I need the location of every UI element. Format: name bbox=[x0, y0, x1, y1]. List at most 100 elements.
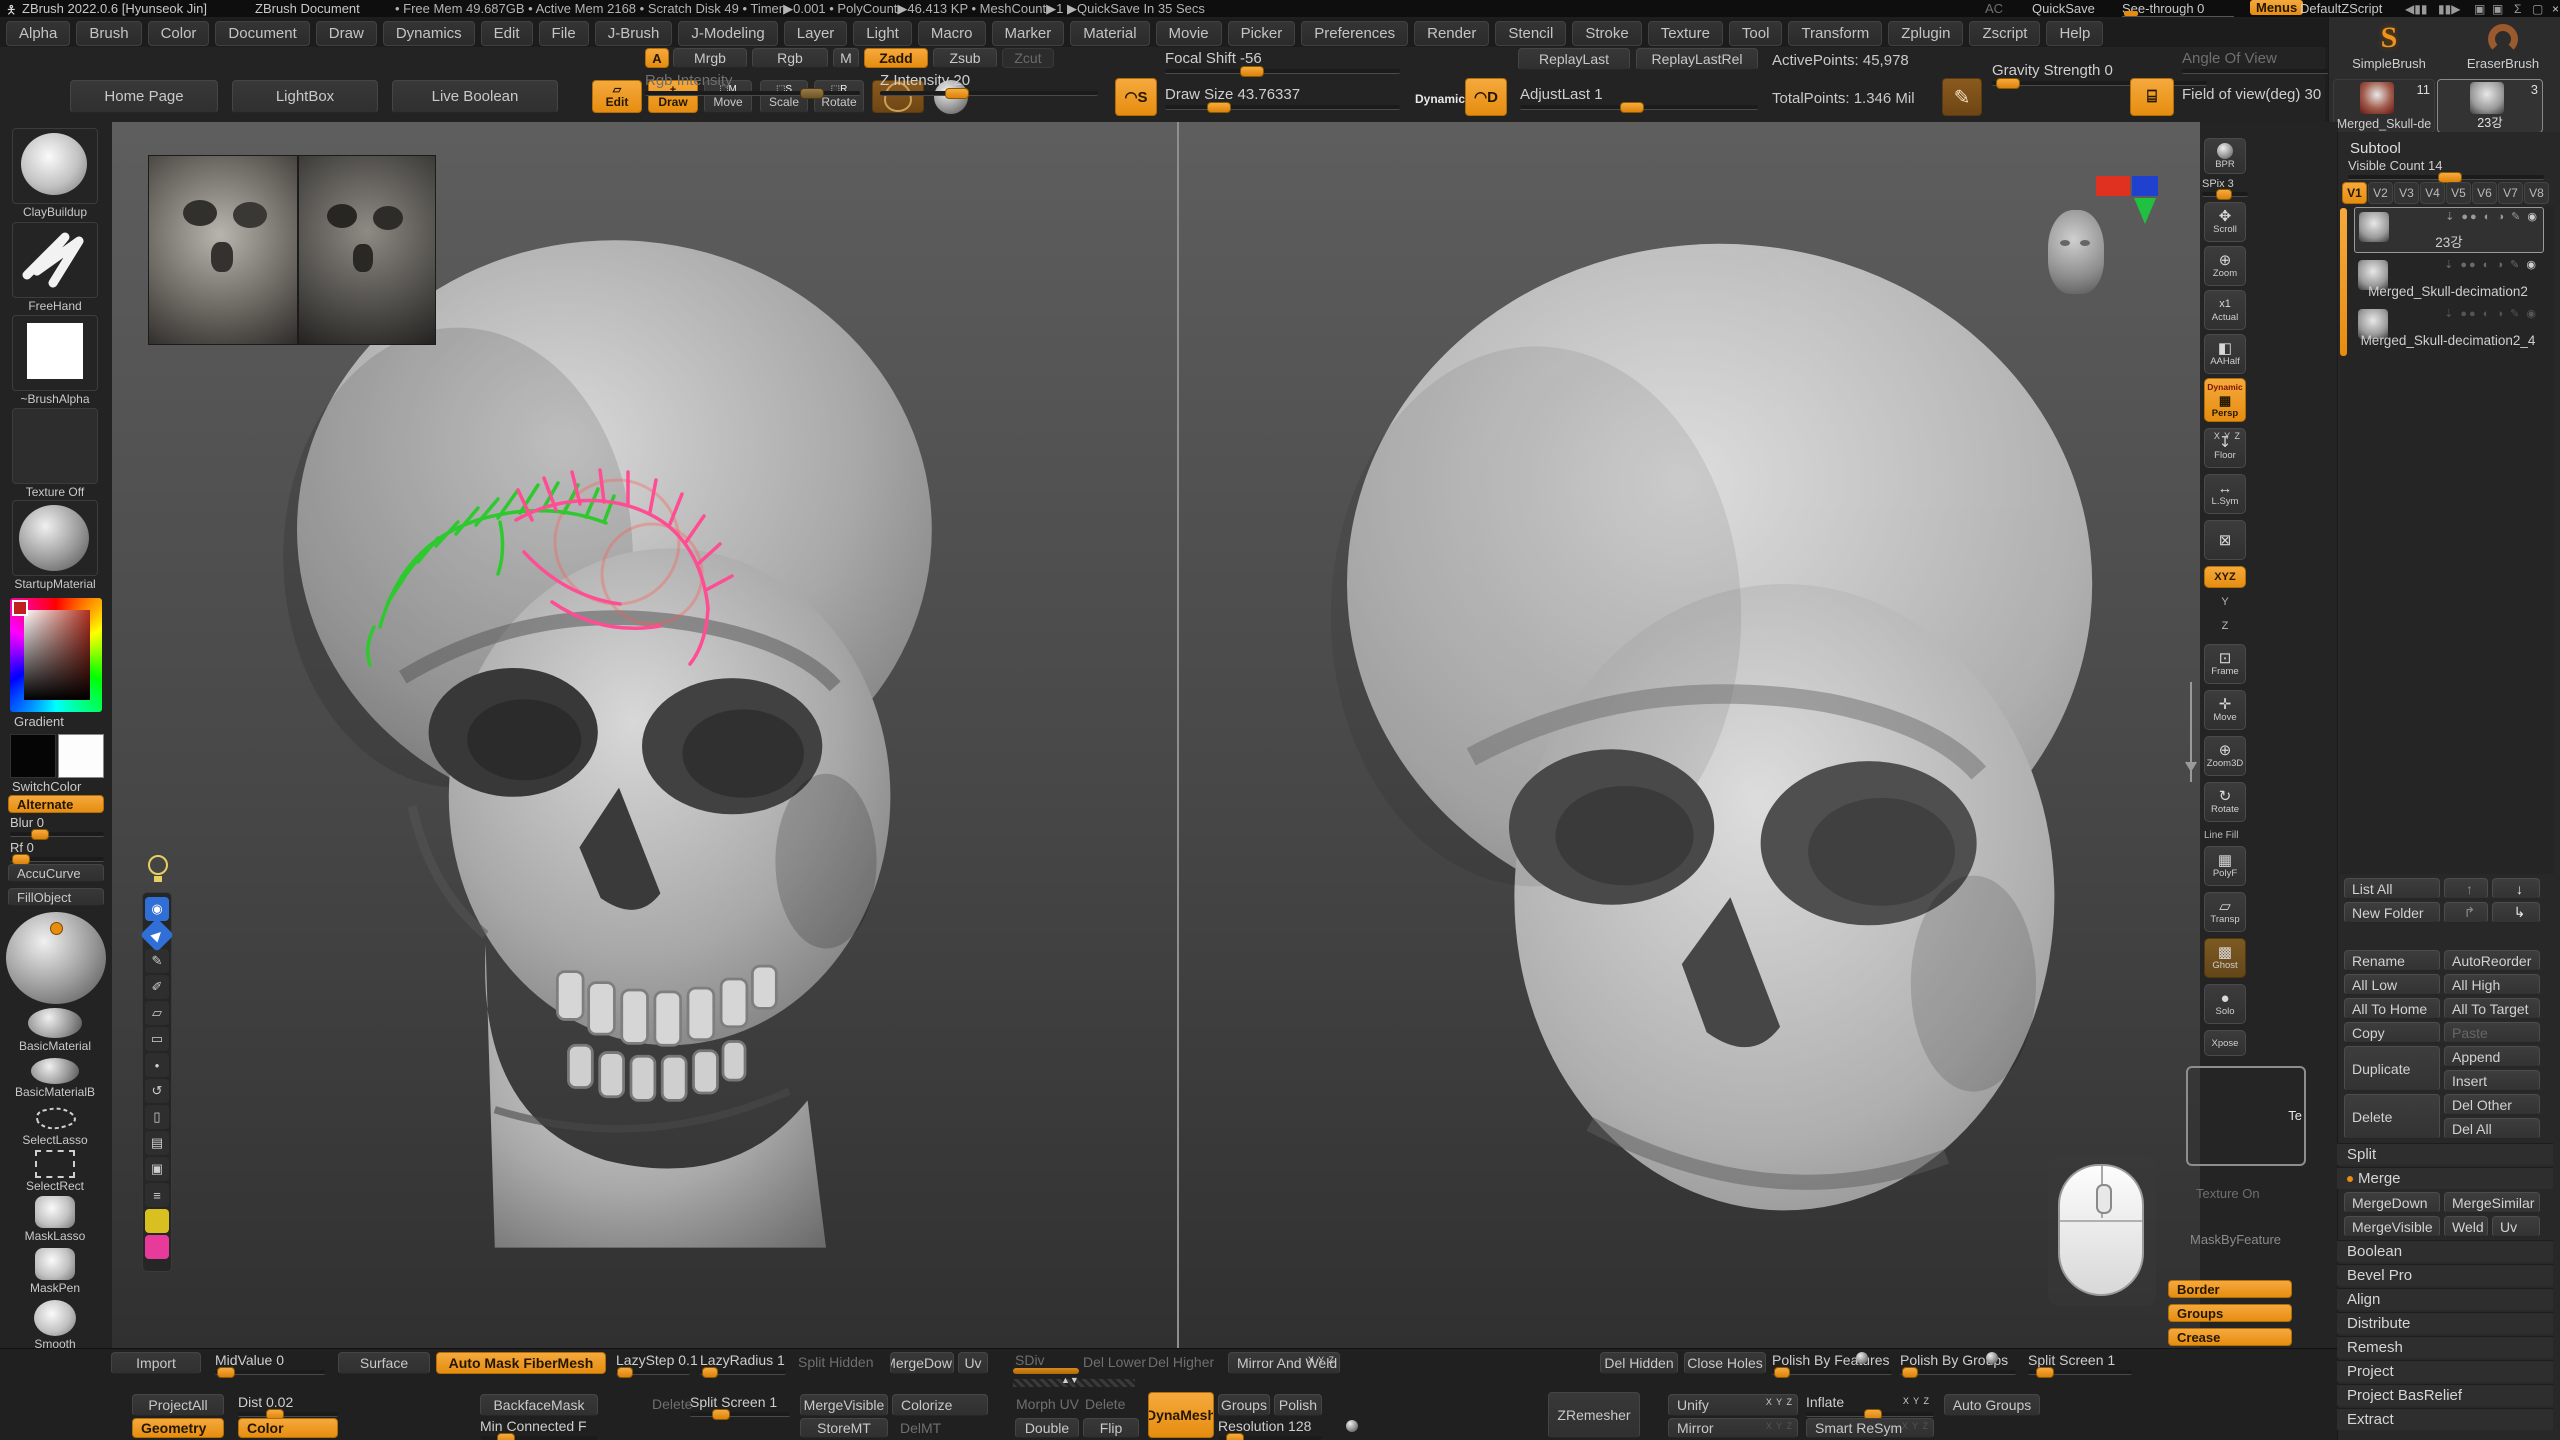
menus-button[interactable]: Menus bbox=[2250, 0, 2303, 15]
tray-divider-grip[interactable]: ▲▼ bbox=[1013, 1379, 1135, 1387]
floor-button[interactable]: X Y Z↧Floor bbox=[2204, 428, 2246, 468]
move-into-folder-button[interactable]: ↳ bbox=[2492, 902, 2540, 923]
mergevisible-button[interactable]: MergeVisible bbox=[2344, 1216, 2440, 1237]
del-higher-button[interactable]: Del Higher bbox=[1148, 1354, 1214, 1370]
groups-button[interactable]: Groups bbox=[2168, 1304, 2292, 1322]
resolution-slider[interactable]: Resolution 128 bbox=[1218, 1418, 1322, 1440]
annotation-color-yellow[interactable] bbox=[145, 1209, 169, 1233]
menu-jmodeling[interactable]: J-Modeling bbox=[678, 21, 777, 46]
list-all-button[interactable]: List All bbox=[2344, 878, 2440, 899]
del-all-button[interactable]: Del All bbox=[2444, 1118, 2540, 1139]
split-hidden-button[interactable]: Split Hidden bbox=[798, 1354, 874, 1370]
move-3d-button[interactable]: ✛Move bbox=[2204, 690, 2246, 730]
annotation-image-icon[interactable]: ▣ bbox=[145, 1157, 169, 1181]
subtool-tab-v5[interactable]: V5 bbox=[2446, 182, 2471, 204]
groups-button-bottom[interactable]: Groups bbox=[1218, 1394, 1270, 1416]
copy-doc2-icon[interactable]: ▣ bbox=[2492, 2, 2503, 16]
merge-section-header[interactable]: Merge bbox=[2337, 1167, 2553, 1189]
move-out-folder-button[interactable]: ↱ bbox=[2444, 902, 2488, 923]
del-hidden-button[interactable]: Del Hidden bbox=[1600, 1352, 1678, 1374]
align-section-header[interactable]: Align bbox=[2337, 1288, 2553, 1310]
pen-pressure-button[interactable]: ✎ bbox=[1942, 78, 1982, 116]
mergedown-button-bottom[interactable]: MergeDown bbox=[890, 1352, 954, 1374]
eraserbrush-tile[interactable]: EraserBrush bbox=[2449, 20, 2557, 78]
rotate-xyz-button[interactable]: XYZ bbox=[2204, 566, 2246, 588]
menu-stroke[interactable]: Stroke bbox=[1572, 21, 1641, 46]
polish-button-bottom[interactable]: Polish bbox=[1274, 1394, 1322, 1416]
rotate-3d-button[interactable]: ↻Rotate bbox=[2204, 782, 2246, 822]
mirror-and-weld-button[interactable]: Mirror And WeldX Y Z bbox=[1228, 1352, 1340, 1374]
menu-tool[interactable]: Tool bbox=[1729, 21, 1783, 46]
menu-marker[interactable]: Marker bbox=[992, 21, 1065, 46]
brush-maskpen[interactable]: MaskPen bbox=[10, 1248, 100, 1295]
double-button[interactable]: Double bbox=[1015, 1418, 1079, 1438]
rgb-intensity-slider[interactable]: Rgb Intensity bbox=[645, 72, 860, 96]
new-folder-button[interactable]: New Folder bbox=[2344, 902, 2440, 923]
split-screen-slider-bottom[interactable]: Split Screen 1 bbox=[2028, 1352, 2132, 1375]
material-basic[interactable]: BasicMaterial bbox=[10, 1008, 100, 1053]
append-button[interactable]: Append bbox=[2444, 1046, 2540, 1067]
restore-icon[interactable]: ▢ bbox=[2532, 2, 2543, 16]
rgb-button[interactable]: Rgb bbox=[752, 48, 828, 68]
subtool-item-icons[interactable]: ⇣ ●● ◐ ◑ ✎ ◉ bbox=[2444, 258, 2538, 271]
annotation-screenshot-icon[interactable]: ▤ bbox=[145, 1131, 169, 1155]
replaylastrel-button[interactable]: ReplayLastRel bbox=[1636, 48, 1758, 70]
menu-file[interactable]: File bbox=[539, 21, 589, 46]
projectall-button[interactable]: ProjectAll bbox=[132, 1394, 224, 1416]
bevel-pro-section-header[interactable]: Bevel Pro bbox=[2337, 1264, 2553, 1286]
project-section-header[interactable]: Project bbox=[2337, 1360, 2553, 1382]
focal-shift-slider[interactable]: Focal Shift -56 bbox=[1165, 50, 1400, 74]
menu-document[interactable]: Document bbox=[215, 21, 309, 46]
subtool-down-button[interactable]: ↓ bbox=[2492, 878, 2540, 899]
menu-layer[interactable]: Layer bbox=[784, 21, 848, 46]
subtool-item-2[interactable]: ⇣ ●● ◐ ◑ ✎ ◉ Merged_Skull-decimation2 bbox=[2354, 256, 2542, 300]
spix-slider[interactable]: SPix 3 bbox=[2202, 178, 2248, 197]
see-through-slider[interactable]: See-through 0 bbox=[2122, 1, 2234, 17]
reference-image-1[interactable] bbox=[148, 155, 298, 345]
texture-off[interactable]: Texture Off bbox=[10, 408, 100, 499]
menu-render[interactable]: Render bbox=[1414, 21, 1489, 46]
flip-button[interactable]: Flip bbox=[1083, 1418, 1139, 1438]
subtool-item-icons[interactable]: ⇣ ●● ◐ ◑ ✎ ◉ bbox=[2445, 210, 2539, 223]
menu-light[interactable]: Light bbox=[853, 21, 912, 46]
rotate-y-button[interactable]: Y bbox=[2204, 592, 2246, 612]
menu-macro[interactable]: Macro bbox=[918, 21, 986, 46]
min-connected-slider[interactable]: Min Connected F bbox=[480, 1418, 598, 1440]
all-high-button[interactable]: All High bbox=[2444, 974, 2540, 995]
alternate-button[interactable]: Alternate bbox=[8, 795, 104, 813]
material-basicb[interactable]: BasicMaterialB bbox=[10, 1058, 100, 1099]
dynamesh-button[interactable]: DynaMesh bbox=[1148, 1392, 1214, 1438]
remesh-section-header[interactable]: Remesh bbox=[2337, 1336, 2553, 1358]
menu-zscript[interactable]: Zscript bbox=[1969, 21, 2040, 46]
annotation-color-pink[interactable] bbox=[145, 1235, 169, 1259]
unify-button[interactable]: UnifyX Y Z bbox=[1668, 1394, 1798, 1416]
polyf-button[interactable]: ▦PolyF bbox=[2204, 846, 2246, 886]
menu-edit[interactable]: Edit bbox=[481, 21, 533, 46]
all-to-target-button[interactable]: All To Target bbox=[2444, 998, 2540, 1019]
z-intensity-slider[interactable]: Z Intensity 20 bbox=[880, 72, 1098, 96]
annotation-trash-icon[interactable]: ▯ bbox=[145, 1105, 169, 1129]
mrgb-button[interactable]: Mrgb bbox=[673, 48, 747, 68]
auto-mask-fibermesh-button[interactable]: Auto Mask FiberMesh bbox=[436, 1352, 606, 1374]
lsym-button[interactable]: ↔L.Sym bbox=[2204, 474, 2246, 514]
bpr-button[interactable]: BPR bbox=[2204, 138, 2246, 174]
zoom3d-button[interactable]: ⊕Zoom3D bbox=[2204, 736, 2246, 776]
rename-button[interactable]: Rename bbox=[2344, 950, 2440, 971]
fillobject-button[interactable]: FillObject bbox=[8, 888, 104, 906]
crease-button[interactable]: Crease bbox=[2168, 1328, 2292, 1346]
tool-tile-merged-skull[interactable]: 11 Merged_Skull-de bbox=[2333, 79, 2435, 133]
polish-by-features-slider[interactable]: Polish By Features bbox=[1772, 1352, 1892, 1375]
rotate-z-button[interactable]: Z bbox=[2204, 616, 2246, 636]
alpha-swatch[interactable]: A bbox=[645, 48, 669, 68]
line-fill-label[interactable]: Line Fill bbox=[2204, 830, 2238, 841]
frame-button[interactable]: ⊡Frame bbox=[2204, 644, 2246, 684]
subtool-item-icons[interactable]: ⇣ ●● ◐ ◑ ✎ ◉ bbox=[2444, 307, 2538, 320]
actual-button[interactable]: x1Actual bbox=[2204, 290, 2246, 330]
dist-slider[interactable]: Dist 0.02 bbox=[238, 1394, 338, 1417]
delete-button-dim[interactable]: Delete bbox=[652, 1396, 692, 1412]
menu-material[interactable]: Material bbox=[1070, 21, 1149, 46]
mergevisible-button-bottom[interactable]: MergeVisible bbox=[800, 1394, 888, 1416]
lazyradius-slider[interactable]: LazyRadius 1 bbox=[700, 1352, 786, 1375]
backfacemask-button[interactable]: BackfaceMask bbox=[480, 1394, 598, 1416]
blur-slider[interactable]: Blur 0 bbox=[10, 815, 104, 837]
